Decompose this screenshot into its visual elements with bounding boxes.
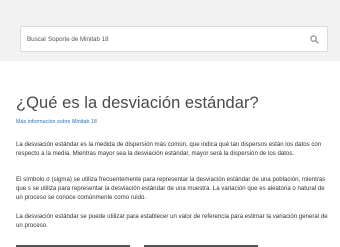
search-icon (309, 34, 319, 44)
paragraph-definition: La desviación estándar es la medida de d… (16, 141, 322, 157)
search-banner (0, 0, 340, 61)
paragraph-baseline: La desviación estándar se puede utilizar… (16, 213, 328, 229)
search-button[interactable] (306, 31, 322, 47)
more-info-link[interactable]: Más información sobre Minitab 18 (16, 119, 332, 126)
search-input[interactable] (21, 27, 306, 51)
page-title: ¿Qué es la desviación estándar? (16, 94, 259, 112)
paragraph-sigma: El símbolo σ (sigma) se utiliza frecuent… (16, 176, 326, 201)
search-box[interactable] (20, 26, 328, 52)
article: ¿Qué es la desviación estándar? Más info… (16, 94, 332, 229)
